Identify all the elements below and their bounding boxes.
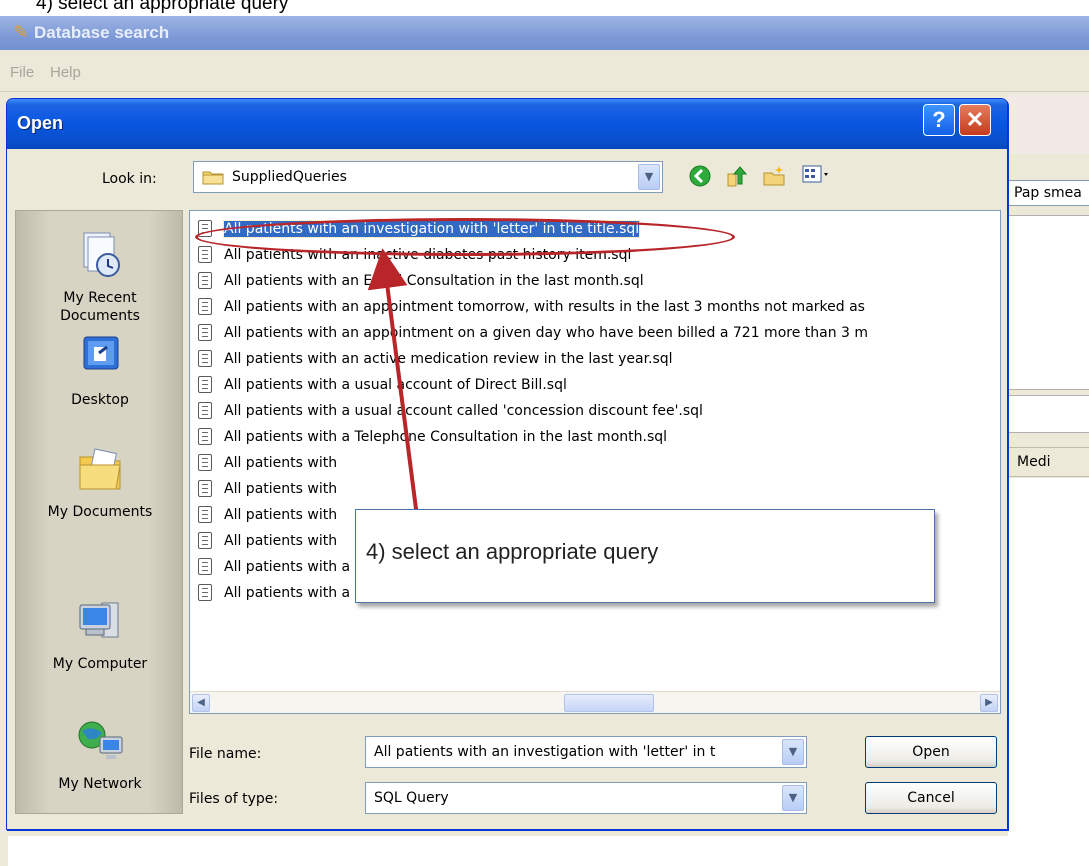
place-my-recent-documents[interactable]: My Recent Documents	[16, 229, 184, 325]
scroll-thumb[interactable]	[564, 694, 654, 712]
place-my-computer[interactable]: My Computer	[16, 595, 184, 673]
app-column-header[interactable]: Medi	[1008, 447, 1089, 477]
app-search-field[interactable]: Pap smea	[1008, 180, 1089, 206]
callout-box: 4) select an appropriate query	[355, 509, 935, 603]
place-my-network[interactable]: My Network	[16, 715, 184, 793]
file-item[interactable]: All patients with	[198, 478, 337, 500]
open-dialog: Open ? ✕ Look in: SuppliedQueries ▼ My R…	[6, 98, 1008, 830]
chevron-down-icon[interactable]: ▼	[638, 164, 660, 190]
place-label: Documents	[60, 308, 140, 324]
app-right-panel	[1008, 215, 1089, 390]
look-in-label: Look in:	[102, 171, 157, 187]
callout-text: 4) select an appropriate query	[366, 539, 659, 564]
new-folder-icon[interactable]	[761, 164, 787, 190]
file-item[interactable]: All patients with	[198, 452, 337, 474]
sql-file-icon	[198, 427, 212, 445]
dialog-title: Open	[17, 113, 64, 133]
file-item[interactable]: All patients with an appointment on a gi…	[198, 322, 868, 344]
menu-file[interactable]: File	[10, 64, 34, 81]
place-desktop[interactable]: Desktop	[16, 331, 184, 409]
app-icon: ✎	[13, 22, 29, 43]
highlight-ellipse	[195, 218, 735, 256]
sql-file-icon	[198, 245, 212, 263]
dialog-titlebar[interactable]: Open ? ✕	[7, 99, 1007, 149]
horizontal-scrollbar[interactable]: ◀ ▶	[190, 691, 1000, 713]
my-computer-icon	[79, 602, 119, 638]
back-icon[interactable]	[687, 164, 713, 190]
files-of-type-label: Files of type:	[189, 791, 279, 807]
file-item[interactable]: All patients with an active medication r…	[198, 348, 673, 370]
sql-file-icon	[198, 271, 212, 289]
look-in-value: SuppliedQueries	[232, 169, 347, 185]
file-name-input[interactable]: All patients with an investigation with …	[365, 736, 807, 768]
menu-help[interactable]: Help	[50, 64, 81, 81]
place-my-documents[interactable]: My Documents	[16, 443, 184, 521]
file-item[interactable]: All patients with a Telephone Consultati…	[198, 426, 667, 448]
open-button[interactable]: Open	[865, 736, 997, 768]
place-label: My Network	[58, 776, 142, 792]
app-menubar: File Help	[0, 50, 1089, 92]
place-label: My Recent	[63, 290, 137, 306]
sql-file-icon	[198, 401, 212, 419]
cancel-button[interactable]: Cancel	[865, 782, 997, 814]
app-right-strip	[1008, 94, 1089, 154]
file-name-label: File name:	[189, 746, 262, 762]
place-label: My Computer	[52, 656, 148, 672]
places-bar: My Recent Documents Desktop My Documents…	[15, 210, 183, 814]
app-right-panel-2	[1008, 395, 1089, 433]
look-in-dropdown[interactable]: SuppliedQueries ▼	[193, 161, 663, 193]
sql-file-icon	[198, 531, 212, 549]
sql-file-icon	[198, 323, 212, 341]
scroll-right-icon[interactable]: ▶	[980, 694, 998, 712]
sql-file-icon	[198, 557, 212, 575]
file-item[interactable]: All patients with an appointment tomorro…	[198, 296, 865, 318]
view-menu-icon[interactable]	[799, 164, 833, 190]
file-item[interactable]: All patients with a usual account of Dir…	[198, 374, 567, 396]
recent-documents-icon	[83, 232, 120, 277]
app-titlebar: ✎ Database search	[0, 16, 1089, 50]
files-of-type-dropdown[interactable]: SQL Query ▼	[365, 782, 807, 814]
up-folder-icon[interactable]	[725, 164, 751, 190]
chevron-down-icon[interactable]: ▼	[782, 785, 804, 811]
sql-file-icon	[198, 349, 212, 367]
sql-file-icon	[198, 583, 212, 601]
app-title: Database search	[34, 23, 170, 42]
sql-file-icon	[198, 297, 212, 315]
my-documents-icon	[79, 448, 121, 490]
folder-icon	[202, 171, 224, 185]
sql-file-icon	[198, 453, 212, 471]
file-item[interactable]: All patients with	[198, 504, 337, 526]
sql-file-icon	[198, 505, 212, 523]
file-name-value: All patients with an investigation with …	[374, 744, 716, 760]
app-results-area	[1008, 478, 1089, 838]
file-item[interactable]: All patients with an Email Consultation …	[198, 270, 644, 292]
desktop-icon	[83, 336, 119, 370]
file-item[interactable]: All patients with	[198, 530, 337, 552]
files-of-type-value: SQL Query	[374, 790, 449, 806]
my-network-icon	[78, 721, 123, 759]
app-bottom-area	[0, 836, 1089, 866]
close-button[interactable]: ✕	[959, 104, 991, 136]
chevron-down-icon[interactable]: ▼	[782, 739, 804, 765]
help-button[interactable]: ?	[923, 104, 955, 136]
place-label: My Documents	[47, 504, 153, 520]
sql-file-icon	[198, 479, 212, 497]
scroll-left-icon[interactable]: ◀	[192, 694, 210, 712]
file-item[interactable]: All patients with a usual account called…	[198, 400, 703, 422]
top-caption: 4) select an appropriate query	[36, 0, 289, 14]
place-label: Desktop	[71, 392, 129, 408]
file-list: All patients with an investigation with …	[189, 210, 1001, 714]
sql-file-icon	[198, 375, 212, 393]
